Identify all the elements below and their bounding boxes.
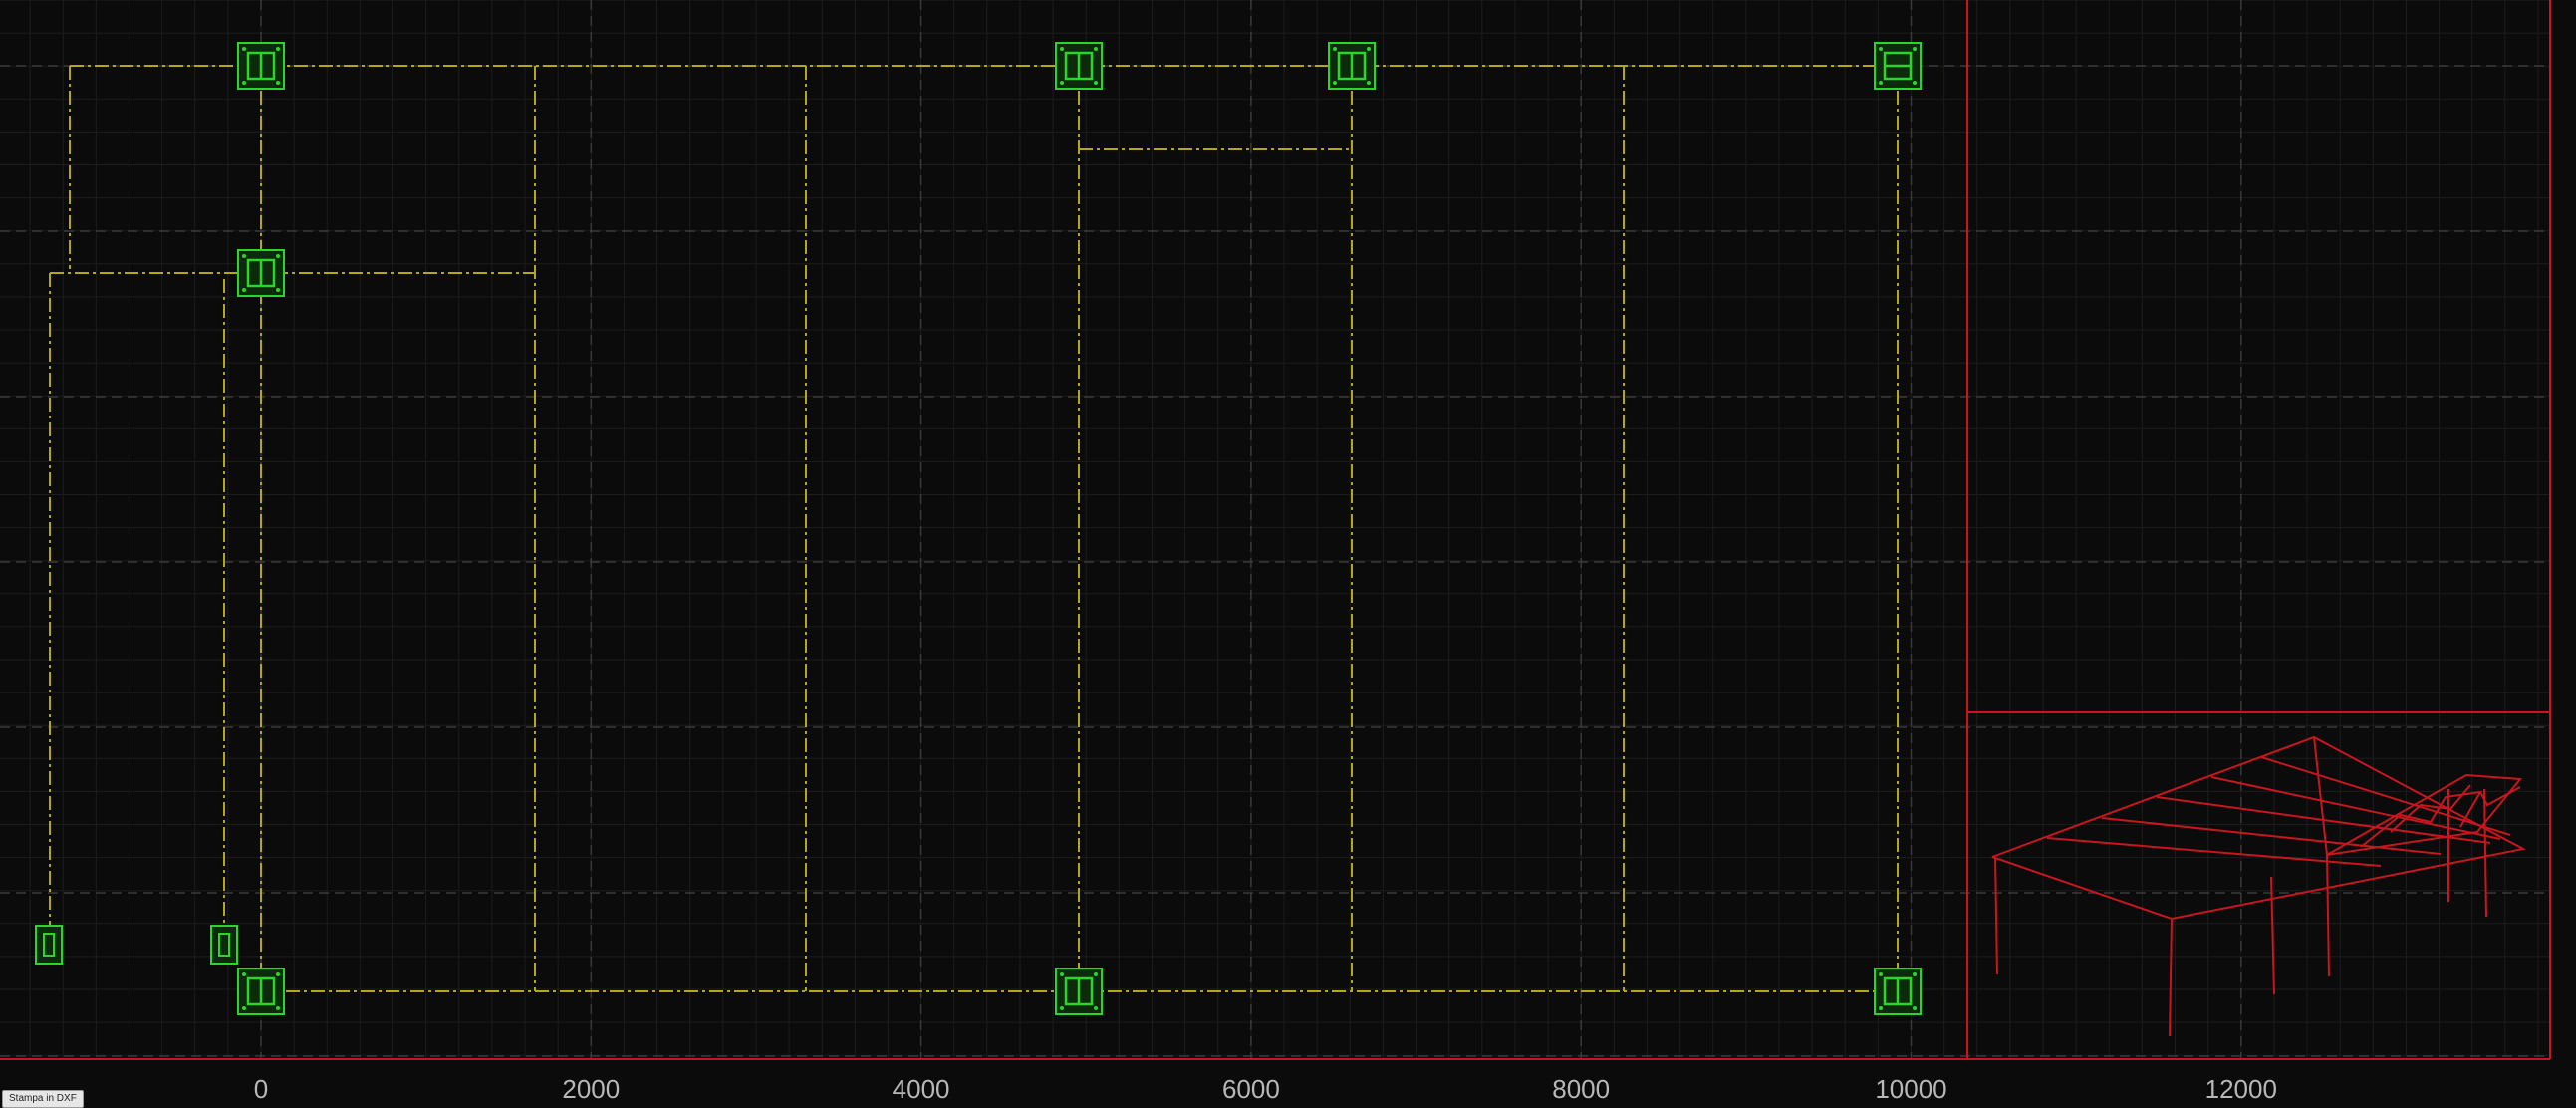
anchor-bolt: [276, 47, 280, 51]
x-axis-tick-label: 6000: [1222, 1074, 1280, 1104]
base-plate-icon: [237, 968, 285, 1015]
x-axis-tick-label: 10000: [1875, 1074, 1946, 1104]
anchor-bolt: [242, 1006, 246, 1010]
base-plate-icon: [1055, 968, 1103, 1015]
anchor-bolt: [276, 1006, 280, 1010]
anchor-bolt: [276, 288, 280, 292]
anchor-bolt: [1913, 1006, 1917, 1010]
base-plate-icon: [1874, 42, 1922, 90]
base-plate-icon: [237, 249, 285, 297]
base-plates-layer: [35, 42, 1922, 1015]
anchor-bolt: [1060, 1006, 1064, 1010]
dxf-print-status[interactable]: Stampa in DXF: [2, 1090, 84, 1108]
frame-column: [2483, 788, 2487, 918]
base-plate-icon: [237, 42, 285, 90]
x-axis-labels: 0 2000 4000 6000 8000 10000 12000: [254, 1074, 2277, 1104]
anchor-bolt: [1094, 972, 1098, 976]
base-plate-icon: [1874, 968, 1922, 1015]
anchor-bolt: [1333, 47, 1337, 51]
roof-outline: [1991, 735, 2526, 921]
anchor-bolt: [1367, 81, 1371, 85]
base-plate-icon: [1055, 42, 1103, 90]
cad-drawing-canvas[interactable]: 0 2000 4000 6000 8000 10000 12000: [0, 0, 2576, 1106]
anchor-bolt: [276, 254, 280, 258]
anchor-bolt: [1094, 47, 1098, 51]
base-plate-icon: [35, 925, 63, 965]
major-grid: [0, 0, 2550, 1059]
minor-grid: [0, 0, 2550, 1059]
anchor-bolt: [242, 972, 246, 976]
anchor-bolt: [1879, 972, 1883, 976]
anchor-bolt: [1913, 81, 1917, 85]
anchor-bolt: [1879, 47, 1883, 51]
anchor-bolt: [1367, 47, 1371, 51]
x-axis-tick-label: 4000: [893, 1074, 950, 1104]
anchor-bolt: [1060, 47, 1064, 51]
viewport-dividers: [0, 0, 2551, 1060]
anchor-bolt: [1879, 1006, 1883, 1010]
anchor-bolt: [276, 972, 280, 976]
anchor-bolt: [242, 81, 246, 85]
cad-viewport[interactable]: 0 2000 4000 6000 8000 10000 12000 Stampa in DX…: [0, 0, 2576, 1108]
x-axis-tick-label: 12000: [2205, 1074, 2277, 1104]
anchor-bolt: [1879, 81, 1883, 85]
anchor-bolt: [1913, 47, 1917, 51]
anchor-bolt: [1060, 972, 1064, 976]
anchor-bolt: [242, 47, 246, 51]
anchor-bolt: [242, 254, 246, 258]
anchor-bolt: [1060, 81, 1064, 85]
anchor-bolt: [242, 288, 246, 292]
frame-column: [2326, 854, 2330, 977]
x-axis-tick-label: 0: [254, 1074, 268, 1104]
anchor-bolt: [1333, 81, 1337, 85]
isometric-frame-view[interactable]: [1991, 735, 2526, 1037]
base-plate-icon: [1328, 42, 1376, 90]
roof-ridge: [2313, 736, 2328, 856]
anchor-bolt: [1094, 1006, 1098, 1010]
plate-outline: [210, 925, 238, 965]
base-plate-icon: [210, 925, 238, 965]
anchor-bolt: [276, 81, 280, 85]
x-axis-tick-label: 2000: [562, 1074, 620, 1104]
frame-column: [2169, 918, 2173, 1037]
x-axis-tick-label: 8000: [1552, 1074, 1610, 1104]
plate-outline: [35, 925, 63, 965]
anchor-bolt: [1094, 81, 1098, 85]
anchor-bolt: [1913, 972, 1917, 976]
